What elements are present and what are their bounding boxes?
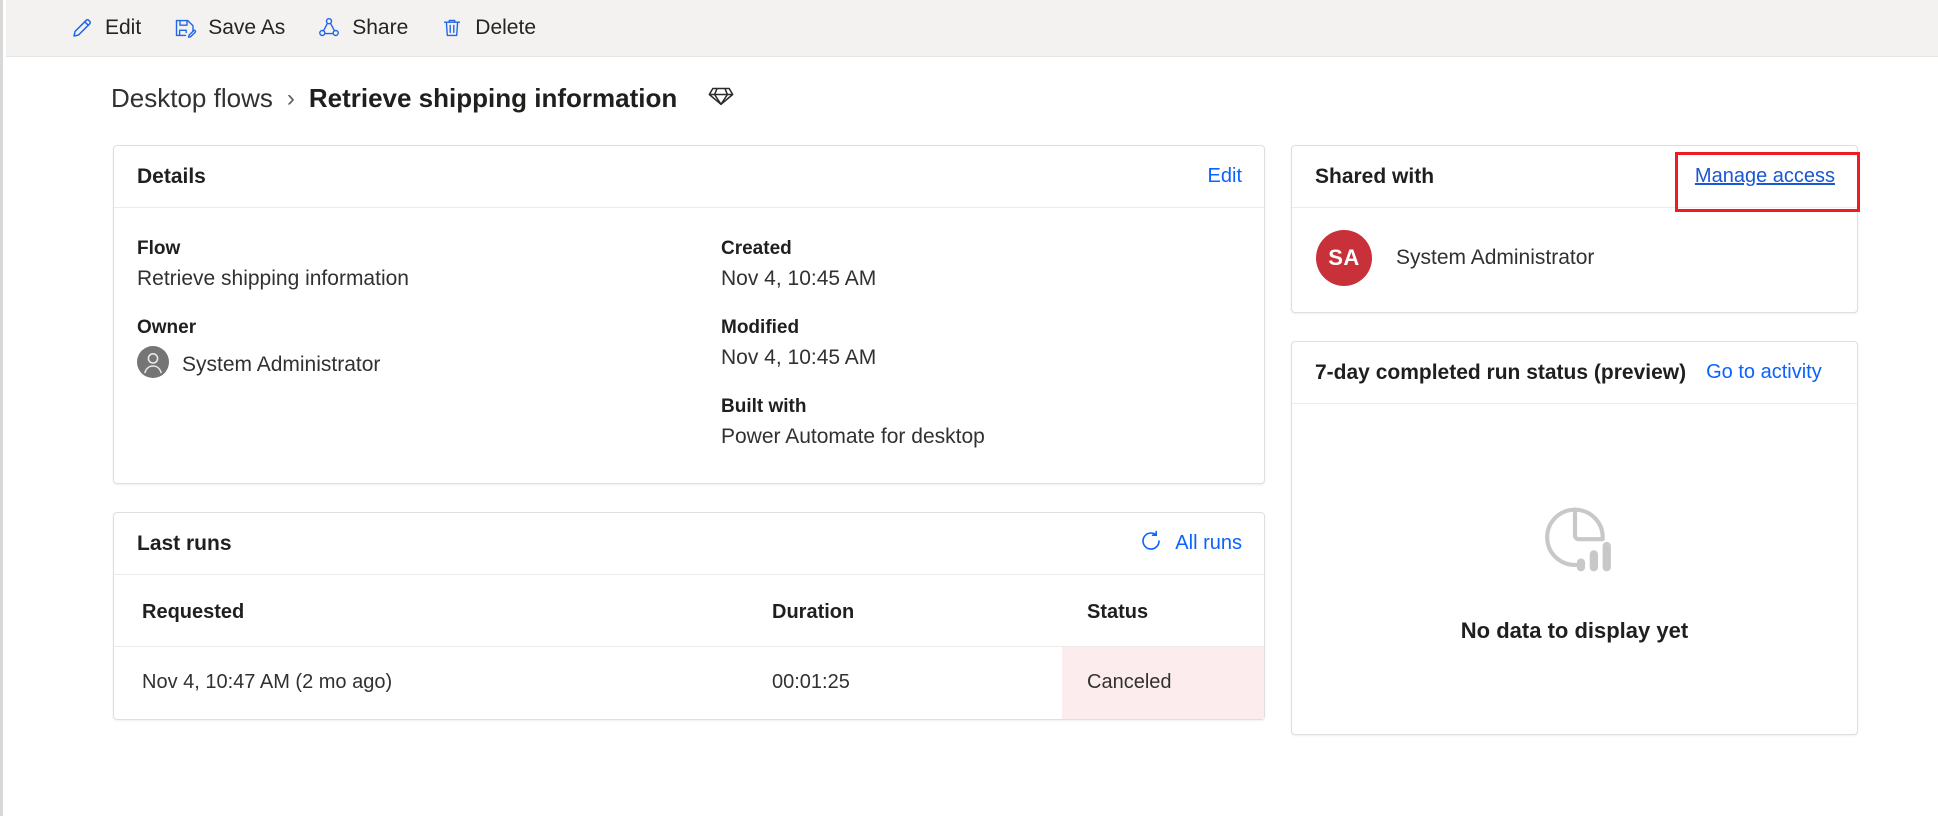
- field-modified-label: Modified: [721, 317, 800, 338]
- manage-access-link[interactable]: Manage access: [1695, 165, 1835, 188]
- last-runs-table-body: Nov 4, 10:47 AM (2 mo ago) 00:01:25 Canc…: [114, 646, 1264, 719]
- edit-button-label: Edit: [105, 16, 142, 39]
- field-built-with-label: Built with: [721, 396, 807, 417]
- field-modified: Modified Nov 4, 10:45 AM: [721, 317, 1273, 370]
- field-created-label: Created: [721, 238, 792, 259]
- shared-person-name: System Administrator: [1396, 246, 1595, 269]
- gem-icon: [707, 82, 735, 115]
- field-created-value: Nov 4, 10:45 AM: [721, 267, 877, 290]
- share-button[interactable]: Share: [301, 8, 424, 48]
- delete-button[interactable]: Delete: [424, 8, 552, 48]
- field-owner-value: System Administrator: [182, 352, 381, 376]
- empty-state-text: No data to display yet: [1460, 617, 1689, 643]
- field-created: Created Nov 4, 10:45 AM: [721, 238, 1273, 291]
- breadcrumb-parent-link[interactable]: Desktop flows: [111, 83, 273, 114]
- owner-row: System Administrator: [137, 346, 689, 383]
- field-flow: Flow Retrieve shipping information: [137, 238, 689, 291]
- cell-duration: 00:01:25: [772, 671, 850, 693]
- last-runs-card-header: Last runs All runs: [114, 513, 1264, 575]
- shared-with-card-header: Shared with Manage access: [1292, 146, 1857, 208]
- share-button-label: Share: [352, 16, 409, 39]
- run-status-card-title: 7-day completed run status (preview): [1315, 360, 1687, 384]
- details-card-header: Details Edit: [114, 146, 1264, 208]
- field-flow-label: Flow: [137, 238, 181, 259]
- avatar: SA: [1316, 230, 1372, 286]
- last-runs-card: Last runs All runs Requested Duration St…: [113, 512, 1265, 720]
- page-title: Retrieve shipping information: [308, 83, 678, 113]
- field-built-with: Built with Power Automate for desktop: [721, 396, 1273, 449]
- delete-button-label: Delete: [475, 16, 536, 39]
- table-header-row: Requested Duration Status: [114, 575, 1264, 647]
- run-status-card-header: 7-day completed run status (preview) Go …: [1292, 342, 1857, 404]
- page-root: Edit Save As Share Delete Desktop flows …: [0, 0, 1938, 816]
- column-header-status[interactable]: Status: [1062, 575, 1264, 647]
- save-as-button-label: Save As: [208, 16, 286, 39]
- command-bar: Edit Save As Share Delete: [6, 0, 1938, 57]
- field-flow-value: Retrieve shipping information: [137, 267, 409, 290]
- column-header-requested[interactable]: Requested: [114, 575, 772, 647]
- left-column: Details Edit Flow Retrieve shipping info…: [113, 145, 1265, 748]
- shared-with-card: Shared with Manage access SA System Admi…: [1291, 145, 1858, 313]
- refresh-icon[interactable]: [1139, 529, 1163, 558]
- list-item: SA System Administrator: [1316, 230, 1833, 286]
- avatar: [137, 346, 169, 383]
- details-left-fields: Flow Retrieve shipping information Owner: [137, 238, 689, 449]
- save-as-icon: [173, 16, 197, 40]
- details-card-body: Flow Retrieve shipping information Owner: [114, 208, 1264, 483]
- field-owner: Owner System Administrator: [137, 317, 689, 383]
- column-header-duration[interactable]: Duration: [772, 575, 1062, 647]
- right-column: Shared with Manage access SA System Admi…: [1291, 145, 1858, 763]
- edit-button[interactable]: Edit: [54, 8, 157, 48]
- last-runs-table: Requested Duration Status Nov 4, 10:47 A…: [114, 575, 1264, 719]
- cell-requested: Nov 4, 10:47 AM (2 mo ago): [142, 671, 393, 693]
- all-runs-link-group[interactable]: All runs: [1139, 529, 1242, 558]
- run-status-card: 7-day completed run status (preview) Go …: [1291, 341, 1858, 735]
- details-edit-link[interactable]: Edit: [1208, 165, 1242, 188]
- pencil-icon: [70, 16, 94, 40]
- field-built-with-value: Power Automate for desktop: [721, 425, 985, 448]
- details-right-fields: Created Nov 4, 10:45 AM Modified Nov 4, …: [689, 238, 1273, 449]
- last-runs-card-title: Last runs: [137, 531, 232, 555]
- field-modified-value: Nov 4, 10:45 AM: [721, 346, 877, 369]
- field-owner-label: Owner: [137, 317, 197, 338]
- last-runs-table-head: Requested Duration Status: [114, 575, 1264, 647]
- table-row[interactable]: Nov 4, 10:47 AM (2 mo ago) 00:01:25 Canc…: [114, 646, 1264, 719]
- shared-with-card-title: Shared with: [1315, 164, 1435, 188]
- go-to-activity-link[interactable]: Go to activity: [1706, 361, 1822, 384]
- all-runs-link[interactable]: All runs: [1175, 532, 1242, 555]
- pie-bar-chart-icon: [1529, 495, 1621, 592]
- breadcrumb-separator-icon: ›: [286, 84, 295, 112]
- run-status-empty-state: No data to display yet: [1292, 404, 1857, 734]
- details-card: Details Edit Flow Retrieve shipping info…: [113, 145, 1265, 484]
- trash-icon: [440, 16, 464, 40]
- status-badge: Canceled: [1062, 646, 1264, 719]
- details-card-title: Details: [137, 164, 206, 188]
- save-as-button[interactable]: Save As: [157, 8, 301, 48]
- share-icon: [317, 16, 341, 40]
- breadcrumb: Desktop flows › Retrieve shipping inform…: [111, 82, 735, 115]
- shared-with-card-body: SA System Administrator: [1292, 208, 1857, 312]
